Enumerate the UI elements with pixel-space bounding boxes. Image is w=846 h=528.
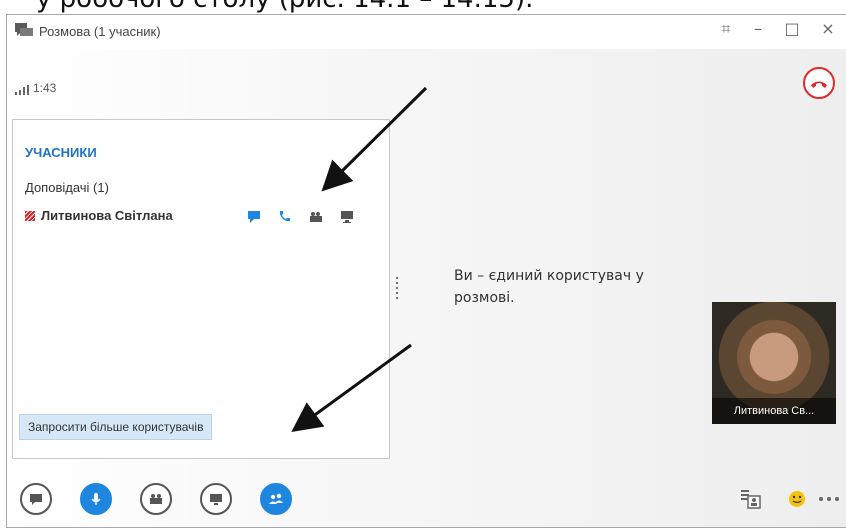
- hangup-button[interactable]: [803, 67, 835, 99]
- tile-view-icon[interactable]: [740, 489, 762, 509]
- conversation-window: Розмова (1 учасник) ⌗ – □ × 1:43 УЧАСНИК…: [6, 14, 846, 528]
- phone-icon[interactable]: [277, 210, 293, 224]
- monitor-icon: [210, 494, 222, 505]
- call-duration: 1:43: [33, 81, 57, 95]
- call-status: 1:43: [15, 81, 56, 95]
- signal-strength-icon: [15, 85, 29, 95]
- document-caption: у робочого столу (рис. 14.1 – 14.15).: [0, 0, 846, 14]
- microphone-icon: [91, 493, 101, 505]
- title-bar: Розмова (1 учасник) ⌗ – □ ×: [7, 15, 846, 49]
- invite-more-people-button[interactable]: Запросити більше користувачів: [19, 414, 213, 440]
- video-icon[interactable]: [308, 210, 324, 224]
- present-button[interactable]: [200, 483, 232, 515]
- video-button[interactable]: [140, 483, 172, 515]
- chat-icon: [30, 494, 42, 505]
- im-icon[interactable]: [247, 210, 263, 224]
- maximize-button[interactable]: □: [779, 19, 805, 38]
- participants-title: УЧАСНИКИ: [25, 145, 97, 160]
- participant-row[interactable]: Литвинова Світлана: [25, 208, 173, 223]
- alone-in-conversation-message: Ви – єдиний користувач у розмові.: [454, 268, 644, 306]
- im-button[interactable]: [20, 483, 52, 515]
- presence-status-icon: [25, 211, 35, 221]
- self-video-label: Литвинова Св...: [712, 398, 836, 424]
- window-title: Розмова (1 учасник): [39, 24, 161, 39]
- screen-icon[interactable]: [339, 210, 355, 224]
- self-video-preview[interactable]: Литвинова Св...: [712, 302, 836, 424]
- presenters-group-label[interactable]: Доповідачі (1): [25, 180, 109, 195]
- participants-button[interactable]: [260, 483, 292, 515]
- mic-button[interactable]: [80, 483, 112, 515]
- panel-resize-handle[interactable]: [396, 277, 399, 307]
- conversation-icon: [15, 23, 33, 36]
- minimize-button[interactable]: –: [745, 19, 771, 38]
- camera-icon: [150, 494, 162, 504]
- emoticon-icon[interactable]: [788, 490, 806, 508]
- participants-panel: УЧАСНИКИ Доповідачі (1) Литвинова Світла…: [12, 119, 390, 459]
- focus-view-button[interactable]: ⌗: [713, 19, 739, 39]
- participant-name: Литвинова Світлана: [41, 208, 173, 223]
- people-icon: [269, 493, 283, 504]
- hangup-icon: [811, 81, 827, 88]
- more-options-icon[interactable]: [818, 496, 842, 502]
- close-button[interactable]: ×: [815, 19, 841, 38]
